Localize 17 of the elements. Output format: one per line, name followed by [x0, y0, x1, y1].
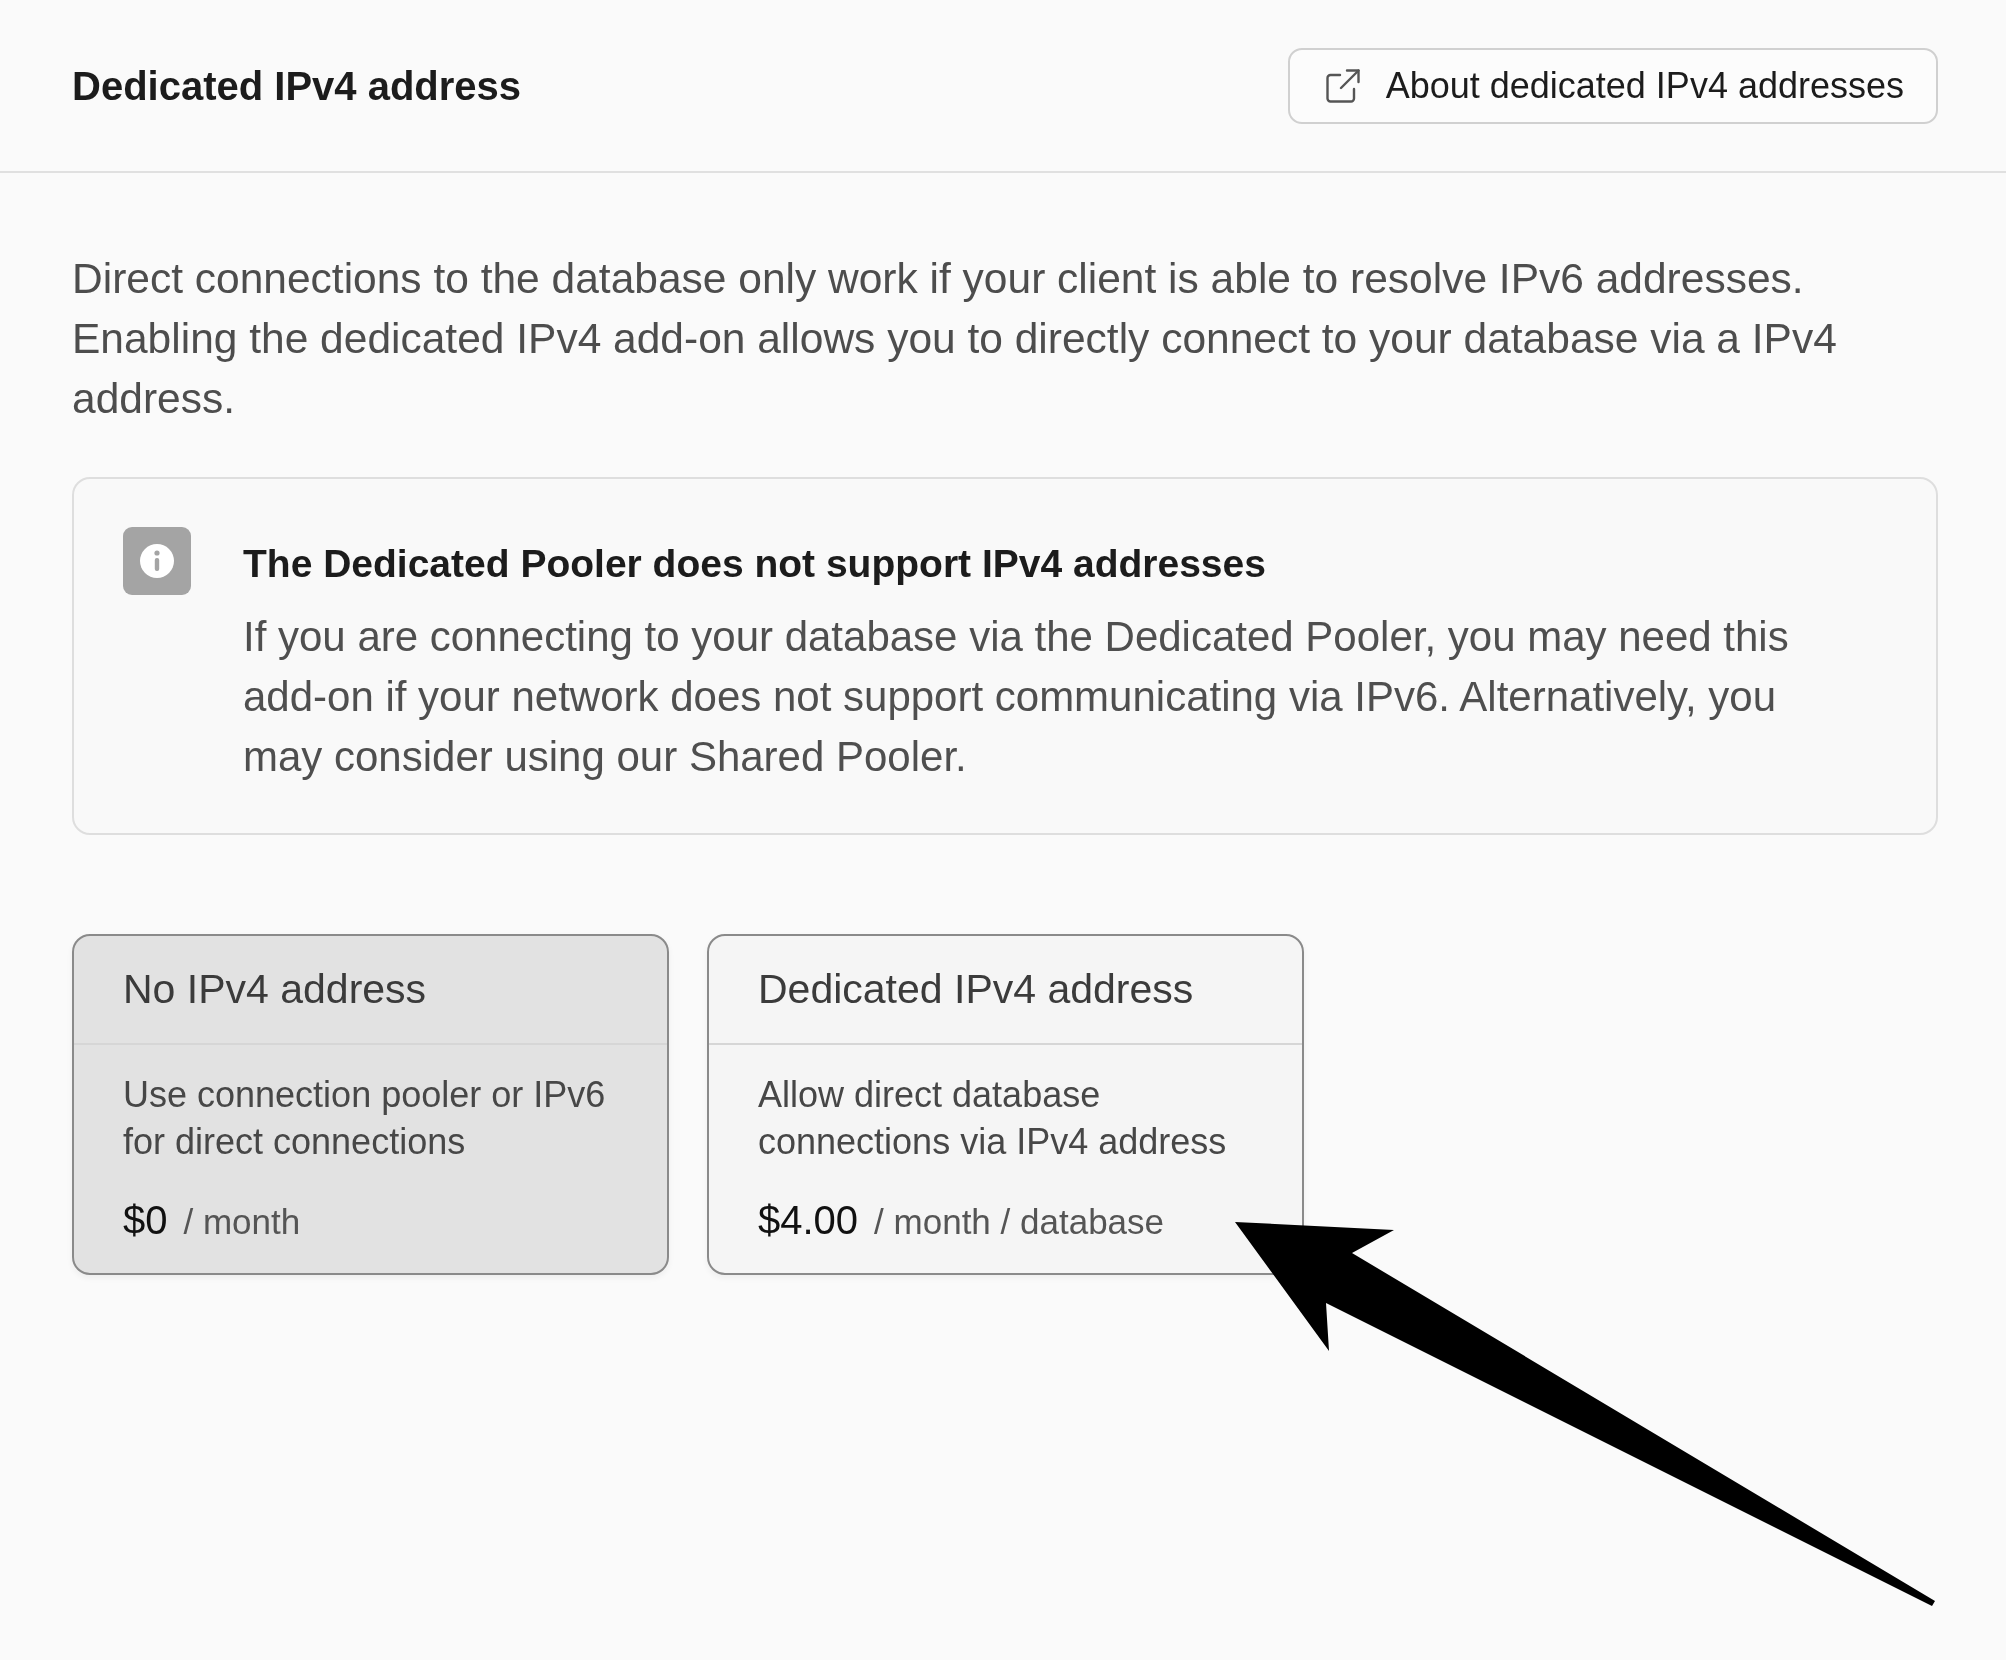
price-unit: / month — [183, 1201, 301, 1243]
notice-title: The Dedicated Pooler does not support IPv4 addresses — [243, 541, 1267, 587]
info-icon — [123, 527, 191, 595]
price-amount: $4.00 — [758, 1197, 859, 1244]
option-title: Dedicated IPv4 address — [758, 966, 1194, 1013]
option-description: Allow direct database connections via IPv4 address — [758, 1073, 1228, 1164]
price-unit: / month / database — [874, 1201, 1165, 1243]
notice-text: If you are connecting to your database via the Dedicated Pooler, you may need this add-on if your network does not support communicating via IPv6. Alternatively, you may consider using our Shared Pooler. — [243, 612, 1790, 782]
docs-link-button[interactable]: About dedicated IPv4 addresses — [1287, 47, 1938, 124]
option-description: Use connection pooler or IPv6 for direct connections — [123, 1073, 607, 1164]
plan-option-card[interactable]: Dedicated IPv4 address Allow direct database connections via IPv4 address $4.00 / month / database — [707, 934, 1304, 1275]
description-text: Direct connections to the database only work if your client is able to resolve IPv6 addresses. Enabling the dedicated IPv4 add-on allows you to directly connect to your database via a IPv4 address. — [72, 254, 1838, 424]
plan-option-card[interactable]: No IPv4 address Use connection pooler or IPv6 for direct connections $0 / month — [72, 934, 669, 1275]
section-title: Dedicated IPv4 address — [72, 62, 522, 110]
external-link-icon — [1325, 68, 1360, 103]
price-amount: $0 — [123, 1197, 168, 1244]
option-title: No IPv4 address — [123, 966, 427, 1013]
